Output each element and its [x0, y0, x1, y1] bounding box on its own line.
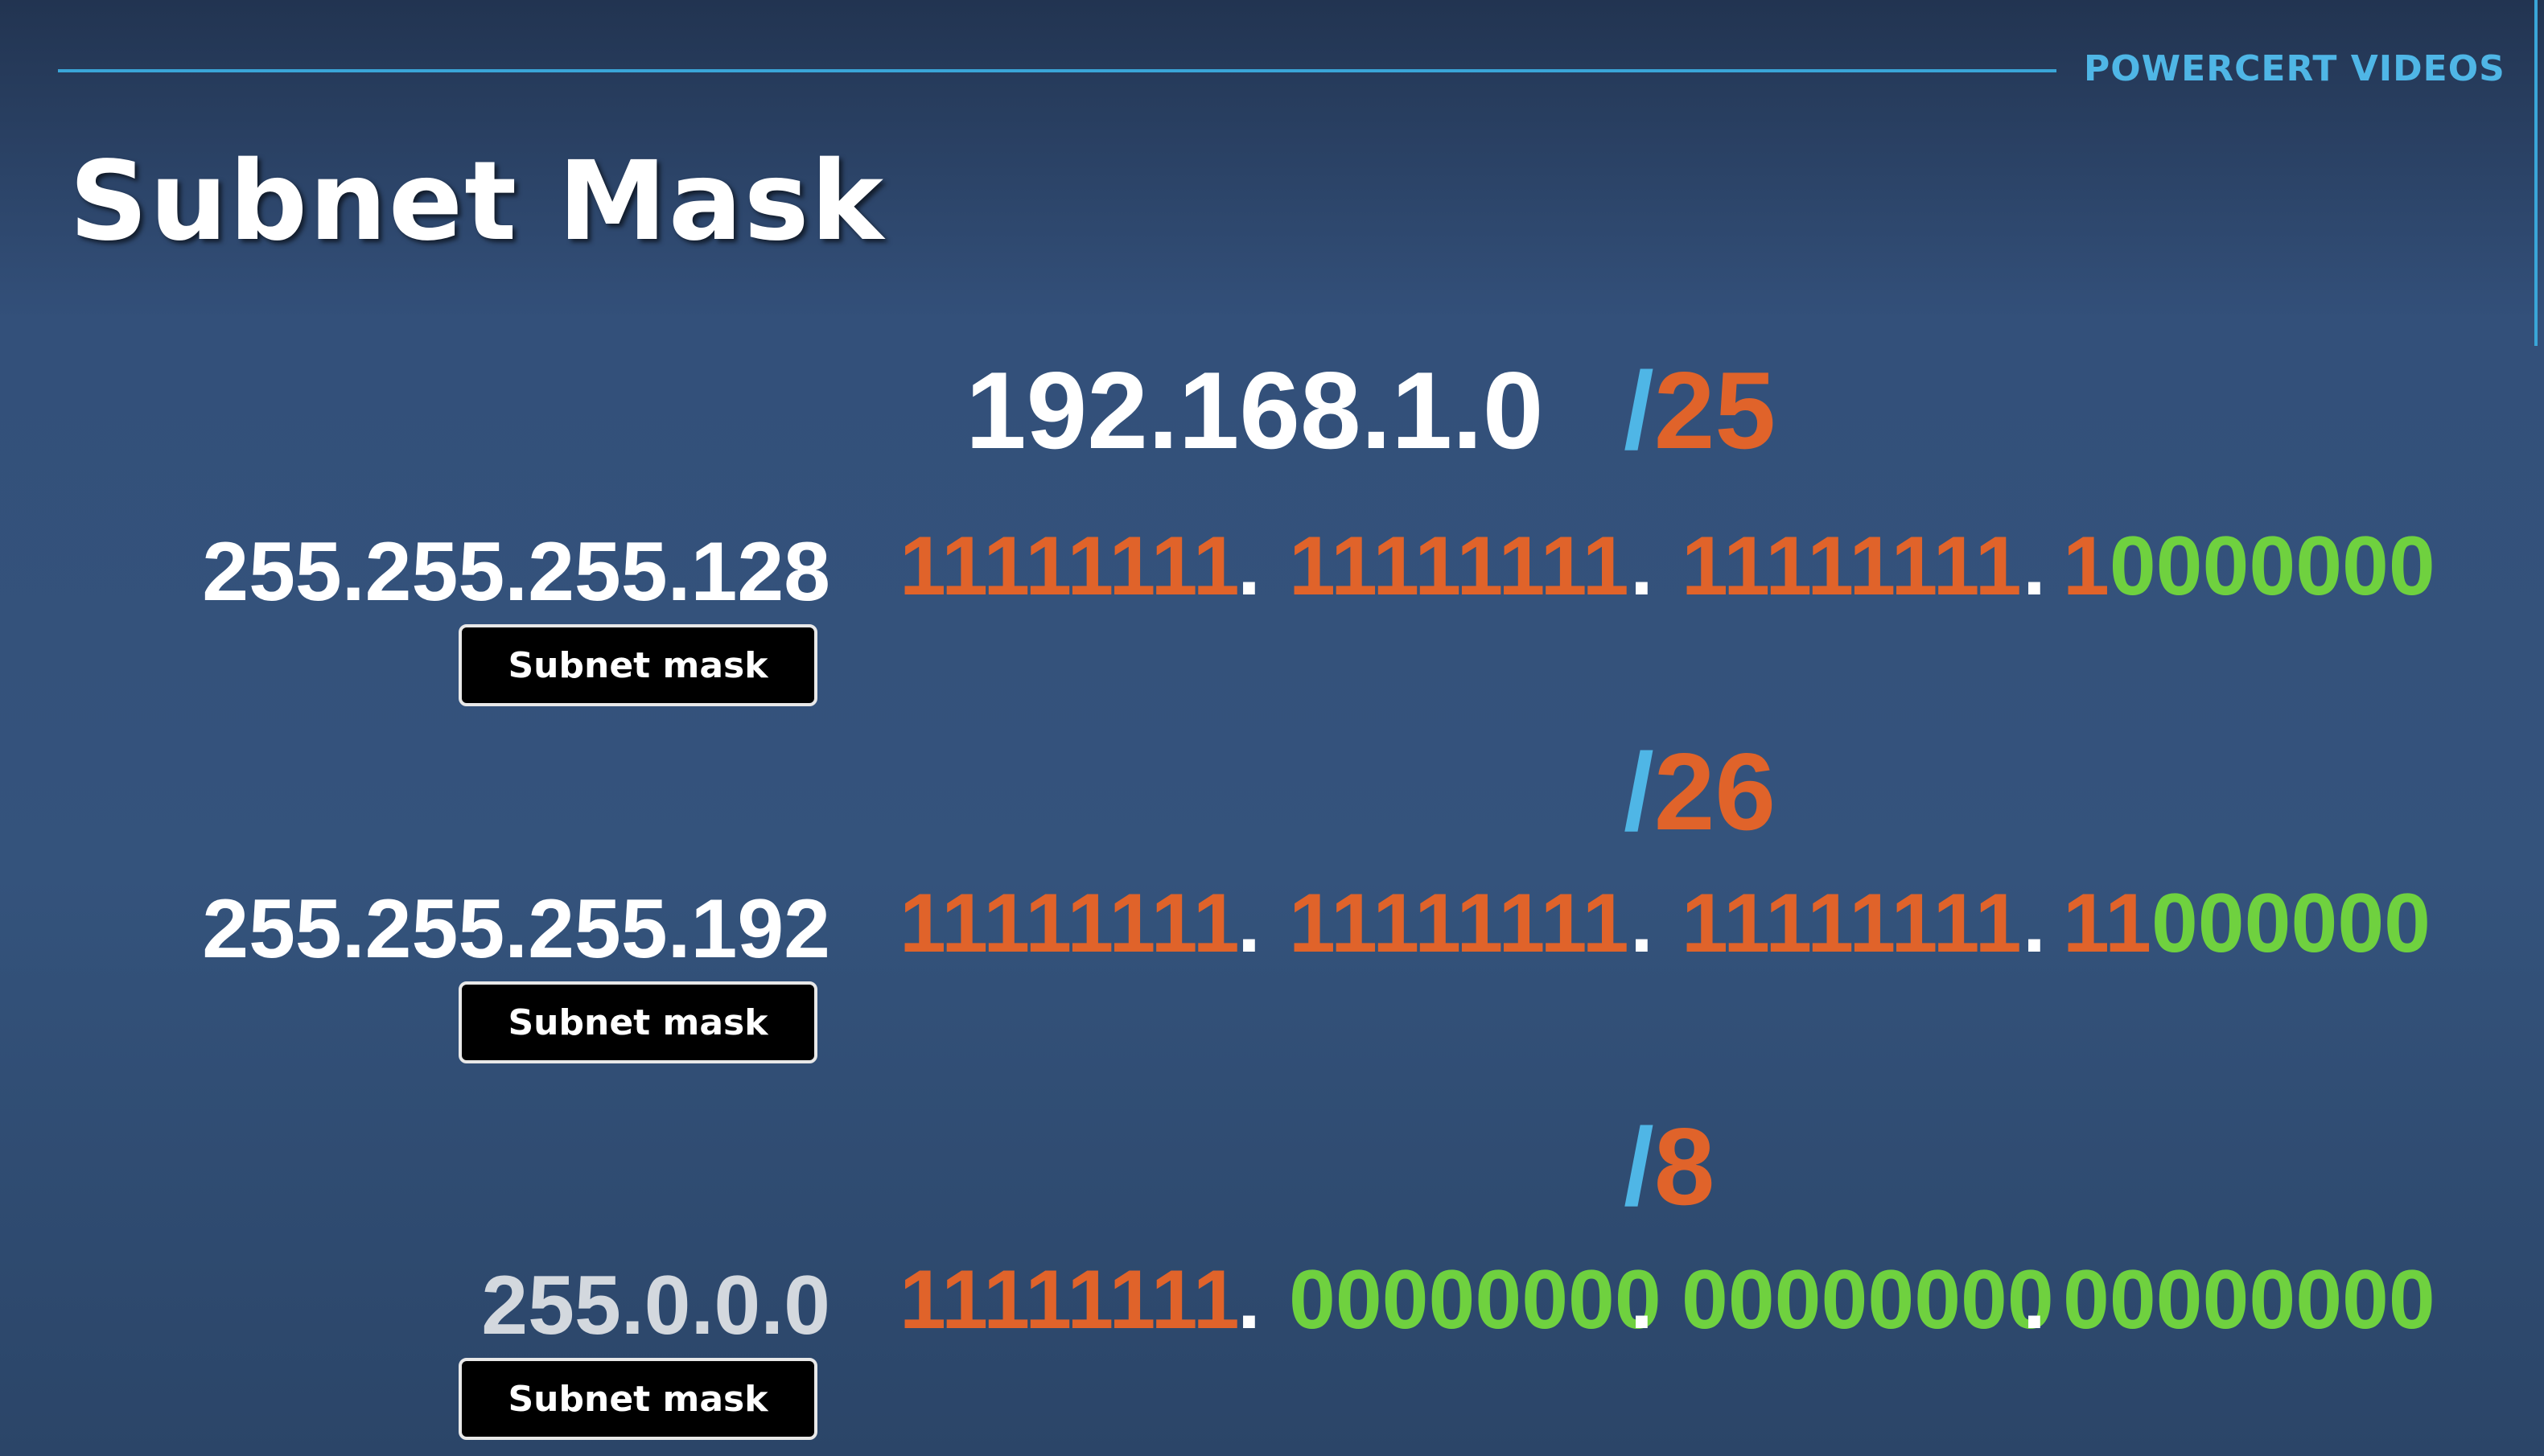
dotted-mask-row-3: 255.0.0.0	[481, 1259, 830, 1352]
binary-octet-3: 11111111	[1682, 876, 2022, 972]
binary-octet-2: 11111111	[1289, 519, 1629, 615]
host-bits: 00000000	[1682, 1253, 2054, 1347]
network-bits: 11111111	[899, 1253, 1240, 1347]
prefix-number: 26	[1653, 730, 1776, 853]
octet-separator: .	[1630, 520, 1653, 613]
network-bits: 11111111	[1289, 877, 1629, 970]
network-bits: 1	[2063, 520, 2110, 613]
octet-separator: .	[1630, 1253, 1653, 1347]
page-title: Subnet Mask	[69, 138, 886, 265]
binary-octet-2: 00000000	[1289, 1252, 1661, 1348]
binary-octet-1: 11111111	[899, 519, 1240, 615]
binary-octet-3: 00000000	[1682, 1252, 2054, 1348]
host-bits: 000000	[2151, 877, 2431, 970]
octet-separator: .	[1237, 877, 1261, 970]
binary-octet-2: 11111111	[1289, 876, 1629, 972]
network-address: 192.168.1.0	[965, 349, 1544, 471]
network-bits: 11111111	[1682, 877, 2022, 970]
binary-octet-3: 11111111	[1682, 519, 2022, 615]
network-bits: 11111111	[1682, 520, 2022, 613]
octet-separator: .	[1237, 1253, 1261, 1347]
octet-separator: .	[2023, 877, 2046, 970]
host-bits: 0000000	[2109, 520, 2435, 613]
prefix-slash: /	[1624, 730, 1654, 853]
cidr-prefix-26: /26	[1624, 729, 1776, 854]
dotted-mask-row-1: 255.255.255.128	[202, 525, 830, 619]
cidr-prefix-8: /8	[1624, 1104, 1715, 1229]
cidr-prefix-25: /25	[1624, 348, 1776, 473]
right-accent-line	[2534, 0, 2538, 346]
prefix-slash: /	[1624, 349, 1654, 471]
subnet-mask-badge: Subnet mask	[459, 1358, 817, 1440]
header-divider-line	[58, 69, 2056, 72]
prefix-slash: /	[1624, 1105, 1654, 1228]
network-bits: 11111111	[1289, 520, 1629, 613]
binary-octet-1: 11111111	[899, 1252, 1240, 1348]
binary-octet-4: 00000000	[2063, 1252, 2435, 1348]
octet-separator: .	[2023, 520, 2046, 613]
binary-octet-4: 11000000	[2063, 876, 2431, 972]
network-bits: 11	[2063, 877, 2151, 970]
host-bits: 00000000	[1289, 1253, 1661, 1347]
binary-octet-1: 11111111	[899, 876, 1240, 972]
network-bits: 11111111	[899, 877, 1240, 970]
octet-separator: .	[1237, 520, 1261, 613]
network-bits: 11111111	[899, 520, 1240, 613]
octet-separator: .	[1630, 877, 1653, 970]
prefix-number: 25	[1653, 349, 1776, 471]
host-bits: 00000000	[2063, 1253, 2435, 1347]
brand-logo-text: POWERCERT VIDEOS	[2084, 48, 2505, 89]
binary-octet-4: 10000000	[2063, 519, 2435, 615]
prefix-number: 8	[1653, 1105, 1715, 1228]
subnet-mask-badge: Subnet mask	[459, 981, 817, 1063]
dotted-mask-row-2: 255.255.255.192	[202, 882, 830, 976]
subnet-mask-badge: Subnet mask	[459, 624, 817, 706]
octet-separator: .	[2023, 1253, 2046, 1347]
